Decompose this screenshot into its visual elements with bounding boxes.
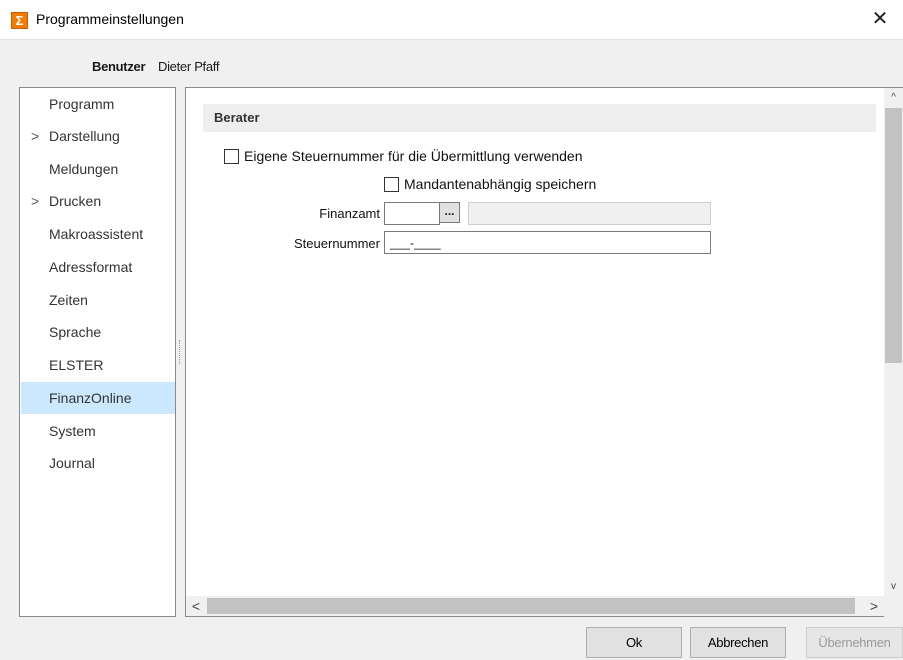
finanzamt-name-field — [468, 202, 711, 225]
nav-item-zeiten[interactable]: Zeiten — [21, 284, 175, 316]
scroll-up-icon[interactable]: ^ — [884, 88, 903, 108]
nav-item-sprache[interactable]: Sprache — [21, 316, 175, 348]
nav-item-label: Drucken — [49, 193, 102, 209]
nav-item-label: Journal — [49, 455, 95, 471]
nav-item-adressformat[interactable]: Adressformat — [21, 251, 175, 283]
nav-item-label: Zeiten — [49, 292, 88, 308]
nav-item-makroassistent[interactable]: Makroassistent — [21, 218, 175, 250]
nav-item-darstellung[interactable]: > Darstellung — [21, 120, 175, 152]
ok-button[interactable]: Ok — [586, 627, 682, 658]
nav-item-meldungen[interactable]: Meldungen — [21, 153, 175, 185]
user-bar: Benutzer Dieter Pfaff — [0, 40, 903, 87]
nav-item-label: Adressformat — [49, 259, 133, 275]
nav-item-drucken[interactable]: > Drucken — [21, 185, 175, 217]
window-title: Programmeinstellungen — [36, 11, 184, 27]
nav-item-finanzonline[interactable]: FinanzOnline — [21, 382, 175, 414]
nav-item-system[interactable]: System — [21, 415, 175, 447]
cancel-button[interactable]: Abbrechen — [690, 627, 786, 658]
client-dependent-label: Mandantenabhängig speichern — [404, 176, 597, 192]
section-header: Berater — [203, 104, 876, 132]
scroll-left-icon[interactable]: < — [186, 596, 206, 616]
sigma-icon: Σ — [11, 12, 28, 29]
horizontal-scroll-thumb[interactable] — [207, 598, 855, 614]
section-title: Berater — [214, 110, 260, 125]
nav-item-elster[interactable]: ELSTER — [21, 349, 175, 381]
finanzamt-label: Finanzamt — [319, 206, 380, 221]
client-dependent-checkbox[interactable] — [384, 176, 399, 192]
chevron-right-icon[interactable]: > — [31, 185, 39, 217]
title-bar: Σ Programmeinstellungen ✕ — [0, 0, 903, 40]
apply-button: Übernehmen — [806, 627, 903, 658]
splitter-handle[interactable] — [179, 340, 182, 364]
horizontal-scrollbar[interactable]: < > — [186, 596, 884, 616]
own-tax-number-label: Eigene Steuernummer für die Übermittlung… — [244, 148, 583, 164]
nav-item-label: Darstellung — [49, 128, 120, 144]
finanzamt-lookup-button[interactable]: ... — [439, 202, 460, 223]
close-button[interactable]: ✕ — [857, 0, 903, 40]
client-dependent-option[interactable]: Mandantenabhängig speichern — [384, 176, 596, 192]
nav-item-label: ELSTER — [49, 357, 104, 373]
dialog-footer: Ok Abbrechen Übernehmen — [0, 618, 903, 660]
nav-item-label: Makroassistent — [49, 226, 144, 242]
vertical-scroll-thumb[interactable] — [885, 108, 902, 363]
chevron-right-icon[interactable]: > — [31, 120, 39, 152]
user-name: Dieter Pfaff — [158, 59, 220, 74]
nav-item-label: Sprache — [49, 324, 102, 340]
steuernummer-value: ___-____ — [390, 236, 441, 250]
nav-item-programm[interactable]: Programm — [21, 88, 175, 120]
vertical-scrollbar[interactable]: ^ v — [884, 88, 903, 597]
nav-item-label: FinanzOnline — [49, 390, 132, 406]
own-tax-number-checkbox[interactable] — [224, 148, 239, 164]
settings-nav: Programm > Darstellung Meldungen > Drucken… — [19, 87, 176, 617]
nav-item-label: Programm — [49, 96, 115, 112]
scroll-right-icon[interactable]: > — [864, 596, 884, 616]
nav-item-journal[interactable]: Journal — [21, 447, 175, 479]
content-panel: Berater — [185, 87, 903, 617]
finanzamt-input[interactable] — [384, 202, 440, 225]
nav-item-label: System — [49, 423, 96, 439]
nav-item-label: Meldungen — [49, 161, 119, 177]
user-label: Benutzer — [92, 59, 146, 74]
scrollbar-corner — [884, 597, 903, 617]
steuernummer-label: Steuernummer — [294, 236, 380, 251]
own-tax-number-option[interactable]: Eigene Steuernummer für die Übermittlung… — [224, 148, 583, 164]
scroll-down-icon[interactable]: v — [884, 577, 903, 597]
